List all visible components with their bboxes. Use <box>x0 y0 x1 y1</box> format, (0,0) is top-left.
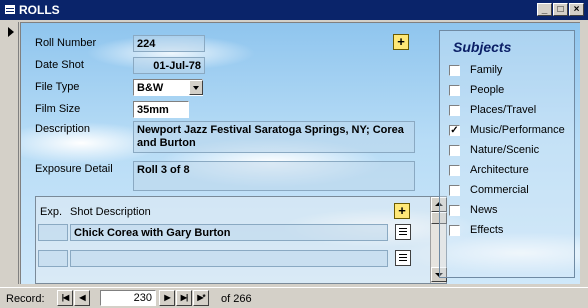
subjects-panel: Subjects Family People Places/Travel ✓ M… <box>439 30 575 278</box>
next-record-button[interactable]: ▶ <box>159 290 175 306</box>
exposure-detail-field[interactable]: Roll 3 of 8 <box>133 161 415 191</box>
shot-description-cell[interactable] <box>70 250 388 267</box>
subjects-title: Subjects <box>453 39 512 55</box>
column-header-exp: Exp. <box>40 206 63 218</box>
subject-label-news: News <box>470 204 498 216</box>
minimize-button[interactable]: _ <box>537 3 552 16</box>
subject-label-places-travel: Places/Travel <box>470 104 537 116</box>
add-roll-button[interactable]: + <box>393 34 409 50</box>
new-record-button[interactable]: ▶* <box>193 290 209 306</box>
description-label: Description <box>35 123 91 135</box>
add-shot-button[interactable]: + <box>394 203 410 219</box>
subject-label-nature-scenic: Nature/Scenic <box>470 144 540 156</box>
subject-label-architecture: Architecture <box>470 164 529 176</box>
subject-label-music-performance: Music/Performance <box>470 124 565 136</box>
title-bar[interactable]: ROLLS _ □ × <box>0 0 588 20</box>
maximize-button[interactable]: □ <box>553 3 568 16</box>
checkbox-places-travel[interactable] <box>449 105 460 116</box>
description-field[interactable]: Newport Jazz Festival Saratoga Springs, … <box>133 121 415 153</box>
close-button[interactable]: × <box>569 3 584 16</box>
record-count: of 266 <box>221 293 252 305</box>
record-label: Record: <box>6 293 45 305</box>
film-size-label: Film Size <box>35 103 81 115</box>
shot-exp-cell[interactable] <box>38 250 68 267</box>
checkbox-people[interactable] <box>449 85 460 96</box>
subject-label-effects: Effects <box>470 224 504 236</box>
film-size-field[interactable]: 35mm <box>133 101 189 118</box>
current-record-arrow-icon <box>8 27 14 37</box>
record-selector[interactable] <box>3 22 19 284</box>
checkbox-nature-scenic[interactable] <box>449 145 460 156</box>
form-detail: Roll Number 224 + Date Shot 01-Jul-78 Fi… <box>20 22 580 284</box>
subject-label-commercial: Commercial <box>470 184 529 196</box>
record-navigation-bar: Record: |◀ ◀ 230 ▶ ▶| ▶* of 266 <box>0 287 588 308</box>
subject-label-people: People <box>470 84 505 96</box>
checkbox-effects[interactable] <box>449 225 460 236</box>
checkbox-architecture[interactable] <box>449 165 460 176</box>
roll-number-field[interactable]: 224 <box>133 35 205 52</box>
shot-detail-icon[interactable] <box>395 250 411 266</box>
checkbox-music-performance[interactable]: ✓ <box>449 125 460 136</box>
checkbox-news[interactable] <box>449 205 460 216</box>
form-icon <box>5 5 15 14</box>
column-header-shot-description: Shot Description <box>70 206 151 218</box>
exposure-detail-label: Exposure Detail <box>35 163 113 175</box>
shots-subform: Exp. Shot Description + Chick Corea with… <box>35 196 447 284</box>
rolls-form-window: ROLLS _ □ × Roll Number 224 + Date Shot … <box>0 0 588 308</box>
current-record-input[interactable]: 230 <box>100 290 156 306</box>
last-record-button[interactable]: ▶| <box>176 290 192 306</box>
shot-description-cell[interactable]: Chick Corea with Gary Burton <box>70 224 388 241</box>
subject-label-family: Family <box>470 64 503 76</box>
file-type-label: File Type <box>35 81 80 93</box>
date-shot-label: Date Shot <box>35 59 84 71</box>
checkbox-commercial[interactable] <box>449 185 460 196</box>
checkbox-family[interactable] <box>449 65 460 76</box>
shot-exp-cell[interactable] <box>38 224 68 241</box>
first-record-button[interactable]: |◀ <box>57 290 73 306</box>
file-type-dropdown-icon[interactable] <box>189 80 203 95</box>
date-shot-field[interactable]: 01-Jul-78 <box>133 57 205 74</box>
roll-number-label: Roll Number <box>35 37 97 49</box>
window-title: ROLLS <box>19 3 60 17</box>
previous-record-button[interactable]: ◀ <box>74 290 90 306</box>
shot-detail-icon[interactable] <box>395 224 411 240</box>
